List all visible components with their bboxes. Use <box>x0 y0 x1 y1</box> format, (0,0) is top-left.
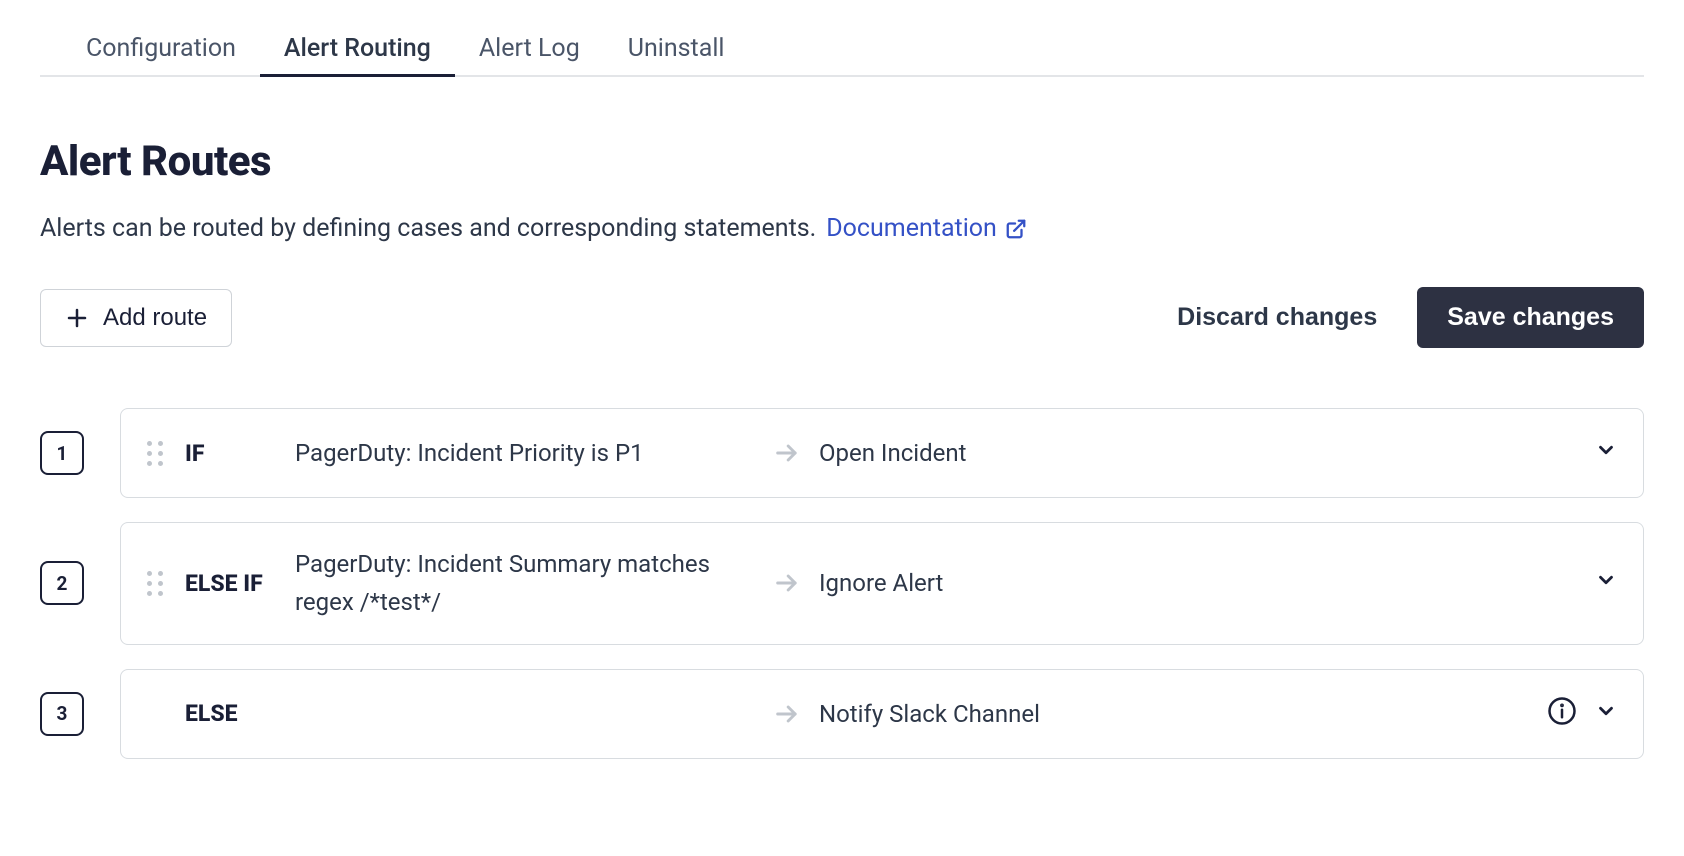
route-icons <box>1595 439 1617 467</box>
drag-handle-icon[interactable] <box>147 441 171 466</box>
route-row: 3 ELSE Notify Slack Channel <box>40 669 1644 759</box>
tab-uninstall[interactable]: Uninstall <box>628 20 725 77</box>
routes-list: 1 IF PagerDuty: Incident Priority is P1 … <box>40 408 1644 759</box>
chevron-down-icon[interactable] <box>1595 439 1617 467</box>
arrow-right-icon <box>755 700 819 728</box>
route-action: Notify Slack Channel <box>819 700 1547 728</box>
route-condition: PagerDuty: Incident Summary matches rege… <box>295 545 755 622</box>
route-card[interactable]: IF PagerDuty: Incident Priority is P1 Op… <box>120 408 1644 498</box>
arrow-right-icon <box>755 569 819 597</box>
route-action: Ignore Alert <box>819 569 1595 597</box>
route-condition: PagerDuty: Incident Priority is P1 <box>295 434 755 472</box>
route-keyword: ELSE <box>185 700 295 727</box>
action-right: Discard changes Save changes <box>1177 287 1644 348</box>
route-action: Open Incident <box>819 439 1595 467</box>
documentation-link-label: Documentation <box>826 214 997 243</box>
plus-icon <box>65 306 89 330</box>
route-keyword: ELSE IF <box>185 570 295 597</box>
tabs-nav: Configuration Alert Routing Alert Log Un… <box>40 20 1644 77</box>
discard-changes-button[interactable]: Discard changes <box>1177 303 1377 332</box>
route-keyword: IF <box>185 440 295 467</box>
page-description: Alerts can be routed by defining cases a… <box>40 214 1644 243</box>
action-bar: Add route Discard changes Save changes <box>40 287 1644 348</box>
save-changes-button[interactable]: Save changes <box>1417 287 1644 348</box>
route-icons <box>1547 696 1617 732</box>
page-title: Alert Routes <box>40 137 1644 186</box>
tab-alert-routing[interactable]: Alert Routing <box>284 20 431 77</box>
add-route-label: Add route <box>103 304 207 332</box>
chevron-down-icon[interactable] <box>1595 700 1617 728</box>
route-row: 2 ELSE IF PagerDuty: Incident Summary ma… <box>40 522 1644 645</box>
external-link-icon <box>1005 218 1027 240</box>
route-number-badge: 3 <box>40 692 84 736</box>
chevron-down-icon[interactable] <box>1595 569 1617 597</box>
add-route-button[interactable]: Add route <box>40 289 232 347</box>
arrow-right-icon <box>755 439 819 467</box>
route-card[interactable]: ELSE Notify Slack Channel <box>120 669 1644 759</box>
route-card[interactable]: ELSE IF PagerDuty: Incident Summary matc… <box>120 522 1644 645</box>
route-icons <box>1595 569 1617 597</box>
drag-handle-icon[interactable] <box>147 571 171 596</box>
documentation-link[interactable]: Documentation <box>826 214 1027 243</box>
info-icon[interactable] <box>1547 696 1577 732</box>
page-description-text: Alerts can be routed by defining cases a… <box>40 214 816 243</box>
route-number-badge: 2 <box>40 561 84 605</box>
tab-configuration[interactable]: Configuration <box>86 20 236 77</box>
route-number-badge: 1 <box>40 431 84 475</box>
tab-alert-log[interactable]: Alert Log <box>479 20 580 77</box>
route-row: 1 IF PagerDuty: Incident Priority is P1 … <box>40 408 1644 498</box>
